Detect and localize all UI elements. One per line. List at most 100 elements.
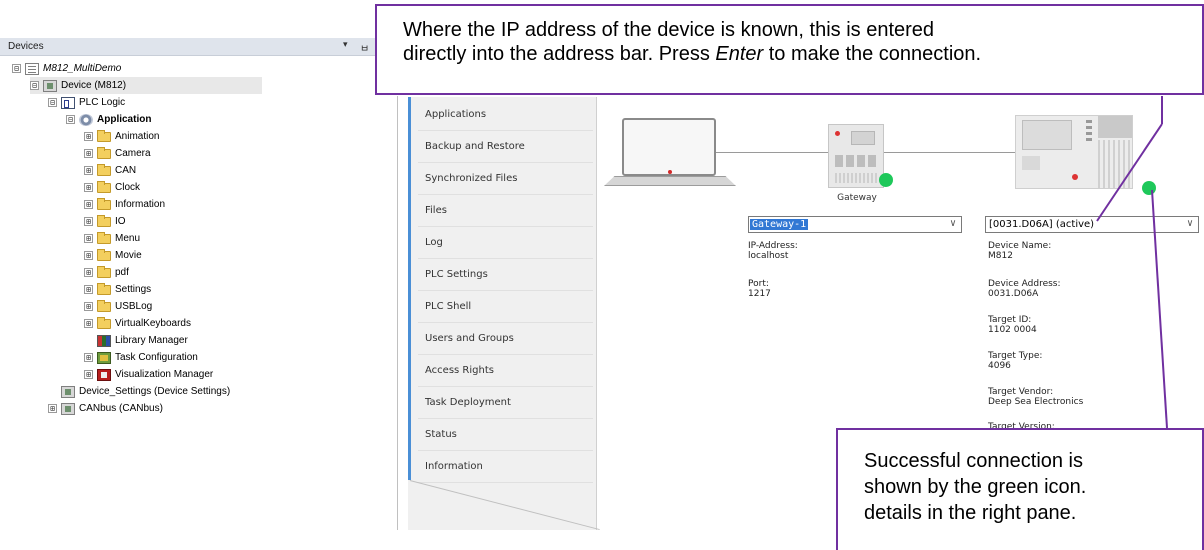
expand-icon[interactable]: ⊞ (84, 132, 93, 141)
panel-menu-dropdown-icon[interactable]: ▾ (343, 40, 348, 50)
expand-icon[interactable]: ⊞ (84, 166, 93, 175)
device-address-select[interactable]: [0031.D06A] (active) ∨ (985, 216, 1199, 233)
device-address-value: 0031.D06A (988, 289, 1039, 299)
menu-item-applications[interactable]: Applications (418, 99, 593, 131)
expand-icon[interactable]: ⊞ (84, 200, 93, 209)
tree-item-folder[interactable]: ⊞ Information (84, 196, 165, 213)
collapse-icon[interactable]: ⊟ (30, 81, 39, 90)
tree-item-folder[interactable]: ⊞ IO (84, 213, 126, 230)
menu-item-users-groups[interactable]: Users and Groups (418, 323, 593, 355)
expand-icon[interactable]: ⊞ (84, 268, 93, 277)
expand-icon[interactable]: ⊞ (84, 251, 93, 260)
gateway-select-value[interactable]: Gateway-1 (750, 219, 809, 230)
menu-item-files[interactable]: Files (418, 195, 593, 227)
collapse-icon[interactable]: ⊟ (48, 98, 57, 107)
device-address-label: Device Address: (988, 279, 1061, 289)
laptop-base (604, 176, 736, 186)
menu-item-log[interactable]: Log (418, 227, 593, 259)
expand-icon[interactable]: ⊞ (84, 370, 93, 379)
tree-item-label: Information (115, 199, 166, 210)
expand-icon[interactable]: ⊞ (84, 302, 93, 311)
tree-item-label: CANbus (CANbus) (79, 403, 163, 414)
menu-item-information[interactable]: Information (418, 451, 593, 483)
callout-line: Successful connection is (864, 450, 1084, 472)
target-type-field: Target Type: 4096 (988, 351, 1042, 371)
tree-item-canbus[interactable]: ⊞ CANbus (CANbus) (48, 400, 163, 417)
callout-line-2: directly into the address bar. Press Ent… (403, 42, 1176, 66)
folder-icon (97, 198, 111, 210)
tree-item-folder[interactable]: ⊞ Movie (84, 247, 142, 264)
tree-item-label: IO (115, 216, 126, 227)
menu-item-synchronized-files[interactable]: Synchronized Files (418, 163, 593, 195)
menu-item-status[interactable]: Status (418, 419, 593, 451)
target-type-label: Target Type: (988, 351, 1043, 361)
library-icon (97, 334, 111, 347)
tree-item-folder[interactable]: ⊞ Animation (84, 128, 159, 145)
menu-item-backup-restore[interactable]: Backup and Restore (418, 131, 593, 163)
tree-item-label: VirtualKeyboards (115, 318, 191, 329)
tree-item-folder[interactable]: ⊞ Camera (84, 145, 151, 162)
device-name-value: M812 (988, 251, 1013, 261)
tree-item-folder[interactable]: ⊞ Settings (84, 281, 151, 298)
tree-item-label: Movie (115, 250, 142, 261)
expand-icon[interactable]: ⊞ (84, 183, 93, 192)
tree-item-folder[interactable]: ⊞ USBLog (84, 298, 152, 315)
gateway-label: Gateway (837, 193, 877, 203)
menu-item-plc-settings[interactable]: PLC Settings (418, 259, 593, 291)
tree-item-label: CAN (115, 165, 137, 176)
tree-item-application[interactable]: ⊟ Application (66, 111, 151, 128)
expand-icon[interactable]: ⊞ (84, 353, 93, 362)
menu-item-access-rights[interactable]: Access Rights (418, 355, 593, 387)
expand-icon[interactable]: ⊞ (48, 404, 57, 413)
devices-panel-title: Devices (8, 41, 44, 52)
expand-icon[interactable]: ⊞ (84, 217, 93, 226)
chevron-down-icon[interactable]: ∨ (950, 218, 956, 229)
expand-icon[interactable]: ⊞ (84, 149, 93, 158)
pane-divider[interactable] (397, 96, 398, 530)
tree-item-plc-logic[interactable]: ⊟ PLC Logic (48, 94, 125, 111)
gateway-port-value: 1217 (748, 289, 771, 299)
menu-item-plc-shell[interactable]: PLC Shell (418, 291, 593, 323)
callout-line: details in the right pane. (864, 502, 1077, 524)
expand-icon[interactable]: ⊞ (84, 319, 93, 328)
tree-item-label: Clock (115, 182, 141, 193)
device-select-value[interactable]: [0031.D06A] (active) (986, 219, 1094, 230)
chevron-down-icon[interactable]: ∨ (1187, 218, 1193, 229)
callout-key-name: Enter (715, 43, 764, 65)
device-icon[interactable] (1015, 115, 1133, 189)
collapse-icon[interactable]: ⊟ (66, 115, 75, 124)
gateway-select[interactable]: Gateway-1 ∨ (748, 216, 962, 233)
target-vendor-field: Target Vendor: Deep Sea Electronics (988, 387, 1083, 407)
expand-icon[interactable]: ⊞ (84, 285, 93, 294)
callout-line: Where the IP address of the device is kn… (403, 19, 935, 41)
tree-item-label: Device (M812) (61, 80, 127, 91)
gateway-port-label: Port: (748, 279, 769, 289)
target-id-field: Target ID: 1102 0004 (988, 315, 1037, 335)
tree-item-task-configuration[interactable]: ⊞ Task Configuration (84, 349, 198, 366)
gateway-status-icon (879, 173, 893, 187)
tree-item-label: Camera (115, 148, 151, 159)
menu-selection-accent (408, 97, 411, 480)
laptop-icon (622, 118, 716, 176)
gateway-ip-field: IP-Address: localhost (748, 241, 798, 261)
tree-item-label: Menu (115, 233, 141, 244)
tree-item-visualization-manager[interactable]: ⊞ Visualization Manager (84, 366, 213, 383)
tree-item-project[interactable]: ⊟ M812_MultiDemo (12, 60, 121, 77)
tree-item-device-settings[interactable]: Device_Settings (Device Settings) (48, 383, 230, 400)
expand-icon[interactable]: ⊞ (84, 234, 93, 243)
collapse-icon[interactable]: ⊟ (12, 64, 21, 73)
tree-item-folder[interactable]: ⊞ CAN (84, 162, 136, 179)
tree-item-folder[interactable]: ⊞ VirtualKeyboards (84, 315, 191, 332)
target-id-value: 1102 0004 (988, 325, 1037, 335)
pin-icon[interactable]: ㅂ (360, 40, 369, 55)
menu-item-task-deployment[interactable]: Task Deployment (418, 387, 593, 419)
gateway-icon[interactable] (828, 124, 884, 188)
tree-item-folder[interactable]: ⊞ Menu (84, 230, 140, 247)
tree-item-device[interactable]: ⊟ Device (M812) (30, 77, 262, 94)
folder-icon (97, 249, 111, 261)
tree-item-folder[interactable]: ⊞ Clock (84, 179, 140, 196)
gateway-port-field: Port: 1217 (748, 279, 771, 299)
tree-item-library-manager[interactable]: Library Manager (84, 332, 188, 349)
tree-item-folder[interactable]: ⊞ pdf (84, 264, 129, 281)
